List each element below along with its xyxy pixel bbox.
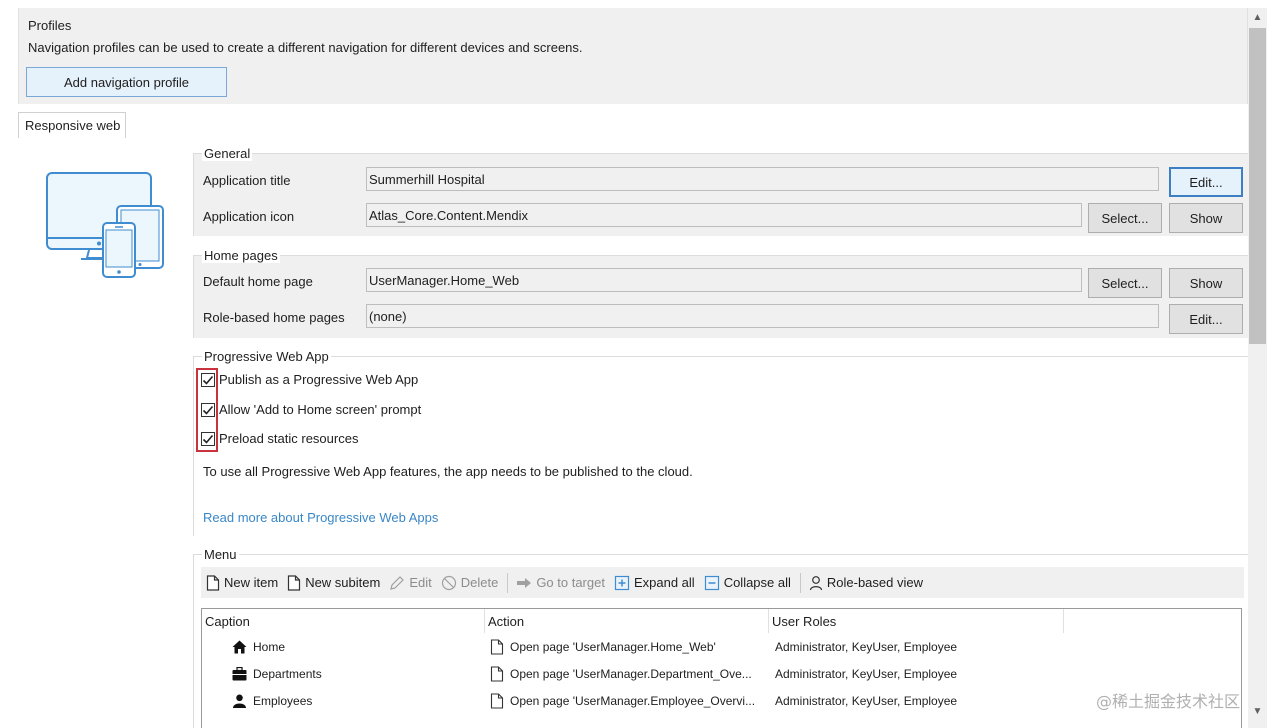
application-icon-label: Application icon (203, 209, 295, 224)
pwa-legend: Progressive Web App (202, 349, 331, 364)
default-home-page-show-button[interactable]: Show (1169, 268, 1243, 298)
add-to-home-screen-label: Allow 'Add to Home screen' prompt (219, 402, 422, 417)
menu-row-action: Open page 'UserManager.Home_Web' (490, 638, 768, 655)
add-to-home-screen-option[interactable]: Allow 'Add to Home screen' prompt (201, 402, 421, 417)
responsive-devices-icon (46, 172, 164, 278)
role-based-view-button[interactable]: Role-based view (809, 571, 923, 595)
publish-pwa-option[interactable]: Publish as a Progressive Web App (201, 372, 418, 387)
user-icon (809, 575, 822, 590)
menu-legend: Menu (202, 547, 239, 562)
go-to-target-button[interactable]: Go to target (516, 571, 605, 595)
menu-row-action-text: Open page 'UserManager.Home_Web' (510, 639, 716, 654)
delete-label: Delete (460, 575, 499, 590)
default-home-page-label: Default home page (203, 274, 313, 289)
pwa-note: To use all Progressive Web App features,… (203, 464, 693, 479)
new-subitem-button[interactable]: New subitem (287, 571, 380, 595)
delete-button[interactable]: Delete (441, 571, 499, 595)
watermark: @稀土掘金技术社区 (1096, 692, 1241, 711)
new-document-icon (206, 574, 220, 591)
role-based-view-label: Role-based view (826, 575, 923, 590)
general-legend: General (202, 146, 253, 161)
new-subitem-icon (288, 574, 301, 591)
profiles-section: Profiles Navigation profiles can be used… (18, 8, 1248, 104)
delete-icon (441, 575, 456, 590)
application-title-label: Application title (203, 173, 291, 188)
menu-row-action-text: Open page 'UserManager.Employee_Overvi..… (510, 693, 756, 708)
menu-row-caption: Employees (232, 694, 312, 708)
menu-row-caption-text: Employees (253, 693, 313, 708)
menu-row-roles: Administrator, KeyUser, Employee (775, 639, 958, 654)
collapse-all-label: Collapse all (723, 575, 791, 590)
briefcase-icon (232, 666, 247, 680)
menu-row-action: Open page 'UserManager.Department_Ove... (490, 665, 768, 682)
expand-all-label: Expand all (633, 575, 695, 590)
toolbar-separator (507, 572, 509, 593)
preload-static-resources-label: Preload static resources (219, 431, 359, 446)
menu-row-roles: Administrator, KeyUser, Employee (775, 666, 958, 681)
menu-row-employees[interactable]: Employees Open page 'UserManager.Employe… (202, 687, 1241, 714)
menu-row-departments[interactable]: Departments Open page 'UserManager.Depar… (202, 660, 1241, 687)
collapse-all-button[interactable]: Collapse all (704, 571, 791, 595)
role-based-home-pages-edit-button[interactable]: Edit... (1169, 304, 1243, 334)
edit-label: Edit (409, 575, 432, 590)
page-icon (490, 692, 504, 709)
application-icon-field[interactable]: Atlas_Core.Content.Mendix (366, 203, 1082, 227)
home-pages-legend: Home pages (202, 248, 280, 263)
column-action[interactable]: Action (485, 609, 769, 633)
application-icon-show-button[interactable]: Show (1169, 203, 1243, 233)
column-caption[interactable]: Caption (202, 609, 485, 633)
application-icon-select-button[interactable]: Select... (1088, 203, 1162, 233)
expand-all-button[interactable]: Expand all (614, 571, 695, 595)
default-home-page-field[interactable]: UserManager.Home_Web (366, 268, 1082, 292)
profiles-title: Profiles (28, 18, 72, 33)
home-icon (232, 640, 247, 653)
menu-row-caption: Home (232, 640, 285, 654)
collapse-icon (704, 575, 719, 590)
menu-row-caption-text: Departments (253, 666, 322, 681)
scroll-up-arrow-icon[interactable]: ▲ (1249, 9, 1266, 26)
go-to-target-label: Go to target (536, 575, 605, 590)
menu-row-home[interactable]: Home Open page 'UserManager.Home_Web' Ad… (202, 633, 1241, 660)
menu-row-action-text: Open page 'UserManager.Department_Ove... (510, 666, 752, 681)
menu-tree-header: Caption Action User Roles (202, 609, 1241, 633)
menu-row-caption: Departments (232, 666, 322, 681)
arrow-right-icon (517, 577, 532, 588)
edit-button[interactable]: Edit (389, 571, 432, 595)
new-item-label: New item (224, 575, 279, 590)
pwa-read-more-link[interactable]: Read more about Progressive Web Apps (203, 510, 438, 525)
page-icon (490, 638, 504, 655)
menu-row-action: Open page 'UserManager.Employee_Overvi..… (490, 692, 768, 709)
application-title-edit-button[interactable]: Edit... (1169, 167, 1243, 197)
role-based-home-pages-label: Role-based home pages (203, 310, 345, 325)
menu-tree: Caption Action User Roles Home Open page… (201, 608, 1242, 728)
default-home-page-select-button[interactable]: Select... (1088, 268, 1162, 298)
publish-pwa-label: Publish as a Progressive Web App (219, 372, 419, 387)
checkbox-highlight-box (196, 368, 218, 452)
role-based-home-pages-field[interactable]: (none) (366, 304, 1159, 328)
pencil-icon (390, 575, 405, 590)
expand-icon (614, 575, 630, 590)
tab-responsive-web[interactable]: Responsive web (18, 112, 126, 138)
new-item-button[interactable]: New item (206, 571, 278, 595)
column-user-roles[interactable]: User Roles (769, 609, 1064, 633)
page-icon (490, 665, 504, 682)
toolbar-separator (799, 572, 801, 593)
profiles-description: Navigation profiles can be used to creat… (28, 40, 583, 55)
new-subitem-label: New subitem (305, 575, 381, 590)
scroll-down-arrow-icon[interactable]: ▼ (1249, 703, 1266, 720)
scrollbar-thumb[interactable] (1249, 28, 1266, 344)
menu-row-caption-text: Home (253, 639, 286, 654)
person-icon (233, 694, 246, 708)
menu-row-roles: Administrator, KeyUser, Employee (775, 693, 958, 708)
preload-static-resources-option[interactable]: Preload static resources (201, 431, 358, 446)
application-title-field[interactable]: Summerhill Hospital (366, 167, 1159, 191)
menu-toolbar: New item New subitem Edit Delete Go to t… (201, 567, 1244, 598)
add-navigation-profile-button[interactable]: Add navigation profile (26, 67, 227, 97)
